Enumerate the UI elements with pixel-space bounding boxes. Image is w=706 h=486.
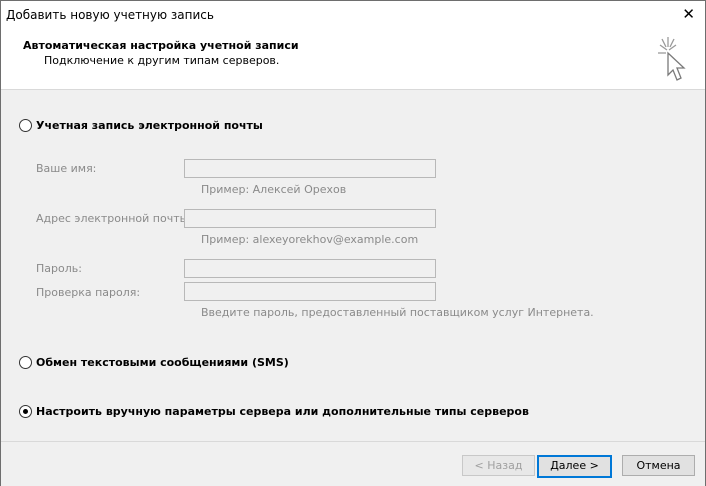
cursor-sparkle-icon bbox=[658, 37, 686, 81]
title-bar: Добавить новую учетную запись ✕ bbox=[1, 1, 705, 29]
header-subtitle: Подключение к другим типам серверов. bbox=[44, 54, 280, 67]
password-confirm-label: Проверка пароля: bbox=[36, 286, 141, 299]
wizard-header: Автоматическая настройка учетной записи … bbox=[1, 29, 705, 90]
radio-manual[interactable]: Настроить вручную параметры сервера или … bbox=[19, 405, 529, 418]
dialog-window: Добавить новую учетную запись ✕ Автомати… bbox=[0, 0, 706, 486]
button-bar: < Назад Далее > Отмена bbox=[1, 441, 705, 486]
radio-button[interactable] bbox=[19, 119, 32, 132]
radio-email-account[interactable]: Учетная запись электронной почты bbox=[19, 119, 263, 132]
password-label: Пароль: bbox=[36, 262, 82, 275]
radio-sms[interactable]: Обмен текстовыми сообщениями (SMS) bbox=[19, 356, 289, 369]
email-hint: Пример: alexeyorekhov@example.com bbox=[201, 233, 419, 246]
wizard-content: Учетная запись электронной почты Ваше им… bbox=[1, 90, 705, 440]
next-button[interactable]: Далее > bbox=[537, 455, 612, 478]
password-field[interactable] bbox=[184, 259, 436, 278]
radio-email-account-label: Учетная запись электронной почты bbox=[36, 119, 263, 132]
name-field[interactable] bbox=[184, 159, 436, 178]
password-hint: Введите пароль, предоставленный поставщи… bbox=[201, 306, 594, 319]
password-confirm-field[interactable] bbox=[184, 282, 436, 301]
cancel-button[interactable]: Отмена bbox=[622, 455, 695, 476]
header-title: Автоматическая настройка учетной записи bbox=[23, 39, 299, 52]
radio-manual-label: Настроить вручную параметры сервера или … bbox=[36, 405, 529, 418]
name-hint: Пример: Алексей Орехов bbox=[201, 183, 347, 196]
radio-sms-label: Обмен текстовыми сообщениями (SMS) bbox=[36, 356, 289, 369]
back-button[interactable]: < Назад bbox=[462, 455, 535, 476]
radio-button[interactable] bbox=[19, 356, 32, 369]
email-label: Адрес электронной почты: bbox=[36, 212, 193, 225]
close-icon[interactable]: ✕ bbox=[682, 5, 695, 23]
email-field[interactable] bbox=[184, 209, 436, 228]
radio-button-selected[interactable] bbox=[19, 405, 32, 418]
name-label: Ваше имя: bbox=[36, 162, 97, 175]
window-title: Добавить новую учетную запись bbox=[6, 8, 214, 22]
